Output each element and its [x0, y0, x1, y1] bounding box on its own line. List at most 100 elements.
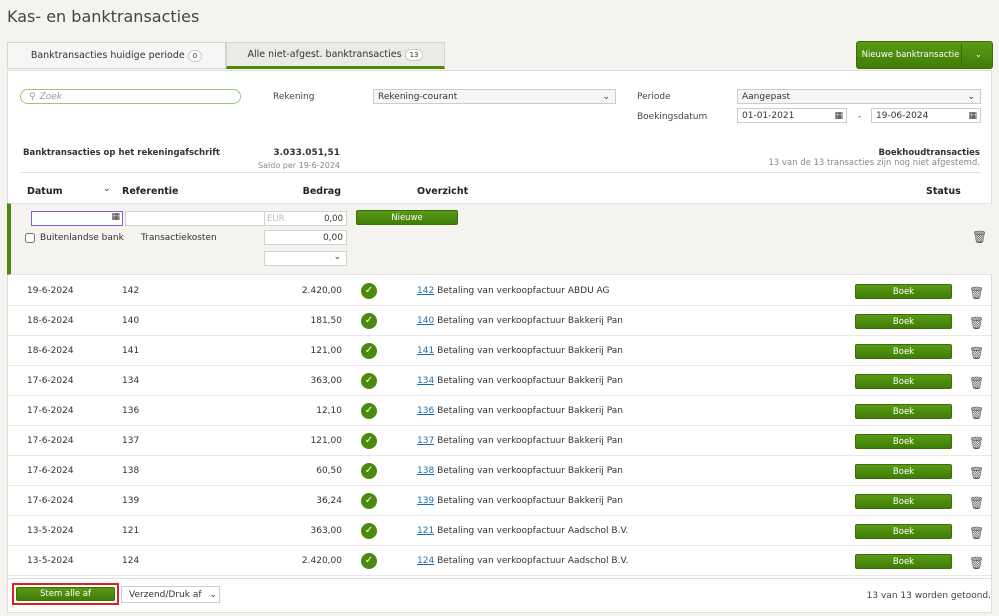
- page-title: Kas- en banktransacties: [7, 7, 200, 26]
- trash-icon[interactable]: 🗑: [969, 526, 984, 540]
- reference-input[interactable]: [125, 211, 269, 226]
- row-reference: 136: [122, 406, 140, 416]
- row-amount: 2.420,00: [301, 286, 342, 296]
- table-row[interactable]: 13-5-2024 121 363,00 ✓ 121 Betaling van …: [8, 516, 991, 546]
- invoice-link[interactable]: 137: [417, 436, 434, 446]
- trash-icon[interactable]: 🗑: [969, 286, 984, 300]
- row-date: 17-6-2024: [27, 406, 74, 416]
- balance: 3.033.051,51: [273, 148, 340, 158]
- row-reference: 134: [122, 376, 140, 386]
- table-row[interactable]: 17-6-2024 137 121,00 ✓ 137 Betaling van …: [8, 426, 991, 456]
- row-date: 17-6-2024: [27, 436, 74, 446]
- table-row[interactable]: 17-6-2024 134 363,00 ✓ 134 Betaling van …: [8, 366, 991, 396]
- table-row[interactable]: 18-6-2024 140 181,50 ✓ 140 Betaling van …: [8, 306, 991, 336]
- calendar-icon[interactable]: ▦: [968, 111, 977, 121]
- transaction-costs-label: Transactiekosten: [141, 233, 217, 243]
- tabs: Banktransacties huidige periode 0 Alle ni…: [7, 42, 445, 69]
- boek-button[interactable]: Boek: [855, 404, 952, 419]
- check-icon: ✓: [361, 313, 377, 329]
- boek-button[interactable]: Boek: [855, 464, 952, 479]
- rekening-select[interactable]: Rekening-courant ⌄: [373, 89, 616, 104]
- tab-count-badge: 0: [187, 49, 203, 62]
- invoice-link[interactable]: 124: [417, 556, 434, 566]
- column-datum[interactable]: Datum: [27, 186, 63, 197]
- trash-icon[interactable]: 🗑: [969, 556, 984, 570]
- boek-button[interactable]: Boek: [855, 434, 952, 449]
- boek-button[interactable]: Boek: [855, 284, 952, 299]
- table-row[interactable]: 17-6-2024 136 12,10 ✓ 136 Betaling van v…: [8, 396, 991, 426]
- column-overzicht: Overzicht: [417, 186, 469, 197]
- date-to-value: 19-06-2024: [876, 110, 929, 121]
- trash-icon[interactable]: 🗑: [969, 436, 984, 450]
- boek-button[interactable]: Boek: [855, 524, 952, 539]
- boek-button[interactable]: Boek: [855, 374, 952, 389]
- row-date: 18-6-2024: [27, 316, 74, 326]
- row-date: 17-6-2024: [27, 466, 74, 476]
- date-input[interactable]: ▦: [31, 211, 123, 226]
- calendar-icon[interactable]: ▦: [834, 111, 843, 121]
- footer: Stem alle af Verzend/Druk af ⌄ 13 van 13 …: [8, 578, 991, 612]
- chevron-down-icon: ⌄: [602, 91, 610, 102]
- unreconciled-summary: 13 van de 13 transacties zijn nog niet a…: [768, 158, 980, 168]
- row-amount: 363,00: [310, 376, 343, 386]
- reconcile-all-button[interactable]: Stem alle af: [16, 587, 115, 601]
- table-row[interactable]: 17-6-2024 139 36,24 ✓ 139 Betaling van v…: [8, 486, 991, 516]
- row-description: Betaling van verkoopfactuur Aadschol B.V…: [437, 526, 629, 536]
- row-description: Betaling van verkoopfactuur Bakkerij Pan: [437, 406, 623, 416]
- periode-select[interactable]: Aangepast ⌄: [737, 89, 981, 104]
- calendar-icon[interactable]: ▦: [111, 212, 120, 222]
- sort-chevron-icon[interactable]: ⌄: [103, 184, 111, 194]
- statement-title: Banktransacties op het rekeningafschrift: [23, 148, 220, 158]
- invoice-link[interactable]: 121: [417, 526, 434, 536]
- trash-icon[interactable]: 🗑: [969, 346, 984, 360]
- trash-icon[interactable]: 🗑: [969, 466, 984, 480]
- boek-button[interactable]: Boek: [855, 344, 952, 359]
- row-reference: 124: [122, 556, 140, 566]
- foreign-bank-checkbox[interactable]: [25, 233, 35, 243]
- amount-input[interactable]: EUR 0,00: [264, 211, 347, 226]
- boekingsdatum-label: Boekingsdatum: [637, 112, 708, 122]
- row-reference: 137: [122, 436, 140, 446]
- row-amount: 181,50: [310, 316, 343, 326]
- table-row[interactable]: 18-6-2024 141 121,00 ✓ 141 Betaling van …: [8, 336, 991, 366]
- date-to-input[interactable]: 19-06-2024 ▦: [871, 108, 981, 123]
- invoice-link[interactable]: 139: [417, 496, 434, 506]
- tab-current-period[interactable]: Banktransacties huidige periode 0: [7, 42, 226, 69]
- invoice-link[interactable]: 138: [417, 466, 434, 476]
- search-input[interactable]: ⚲ Zoek: [20, 89, 241, 104]
- boek-button[interactable]: Boek: [855, 554, 952, 569]
- row-reference: 140: [122, 316, 140, 326]
- row-description: Betaling van verkoopfactuur Bakkerij Pan: [437, 466, 623, 476]
- new-button[interactable]: Nieuwe: [356, 210, 458, 225]
- boek-button[interactable]: Boek: [855, 494, 952, 509]
- tab-all-unreconciled[interactable]: Alle niet-afgest. banktransacties 13: [226, 42, 445, 69]
- table-row[interactable]: 13-5-2024 124 2.420,00 ✓ 124 Betaling va…: [8, 546, 991, 576]
- column-referentie: Referentie: [122, 186, 179, 197]
- new-bank-transaction-button[interactable]: Nieuwe banktransactie ⌄: [856, 41, 993, 69]
- boek-button[interactable]: Boek: [855, 314, 952, 329]
- trash-icon[interactable]: 🗑: [969, 316, 984, 330]
- trash-icon[interactable]: 🗑: [972, 230, 987, 244]
- transaction-costs-input[interactable]: 0,00: [264, 230, 347, 245]
- row-amount: 12,10: [316, 406, 342, 416]
- new-transaction-row: ▦ EUR 0,00 Nieuwe Buitenlandse bank Trans…: [7, 203, 992, 275]
- trash-icon[interactable]: 🗑: [969, 376, 984, 390]
- date-from-input[interactable]: 01-01-2021 ▦: [737, 108, 847, 123]
- trash-icon[interactable]: 🗑: [969, 496, 984, 510]
- tab-count-badge: 13: [404, 48, 424, 61]
- row-reference: 138: [122, 466, 140, 476]
- date-from-value: 01-01-2021: [742, 110, 795, 121]
- invoice-link[interactable]: 142: [417, 286, 434, 296]
- invoice-link[interactable]: 134: [417, 376, 434, 386]
- send-print-button[interactable]: Verzend/Druk af ⌄: [121, 586, 220, 603]
- row-description: Betaling van verkoopfactuur ABDU AG: [437, 286, 610, 296]
- invoice-link[interactable]: 140: [417, 316, 434, 326]
- cost-type-select[interactable]: ⌄: [264, 251, 347, 266]
- trash-icon[interactable]: 🗑: [969, 406, 984, 420]
- chevron-down-icon[interactable]: ⌄: [975, 50, 982, 60]
- invoice-link[interactable]: 141: [417, 346, 434, 356]
- invoice-link[interactable]: 136: [417, 406, 434, 416]
- row-amount: 121,00: [310, 436, 343, 446]
- table-row[interactable]: 17-6-2024 138 60,50 ✓ 138 Betaling van v…: [8, 456, 991, 486]
- table-row[interactable]: 19-6-2024 142 2.420,00 ✓ 142 Betaling va…: [8, 276, 991, 306]
